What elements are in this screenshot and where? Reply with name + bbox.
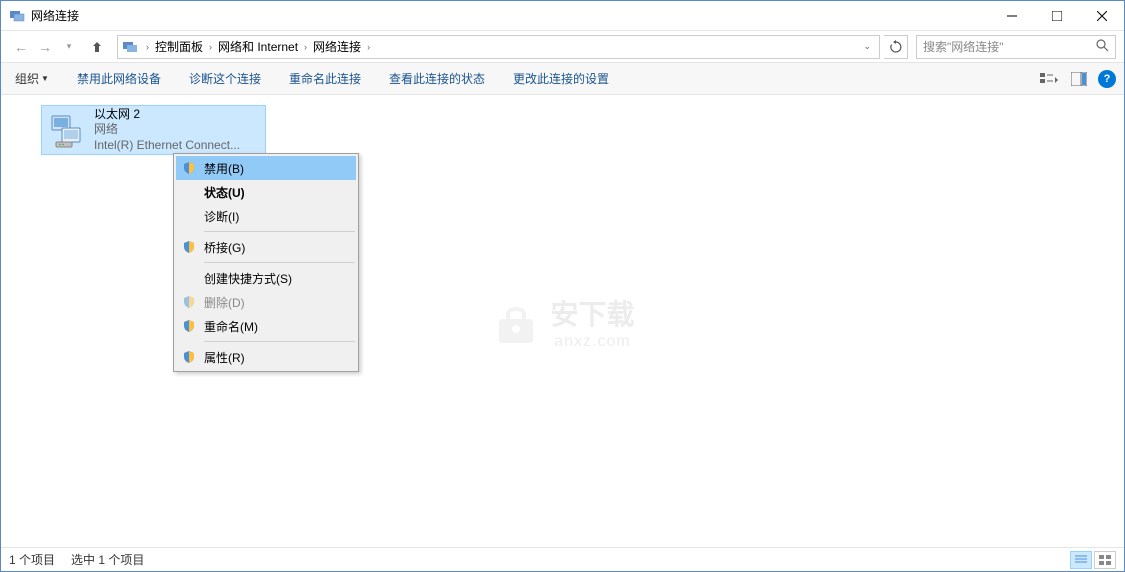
change-settings-button[interactable]: 更改此连接的设置 (507, 70, 615, 87)
breadcrumb-item[interactable]: 网络和 Internet (216, 38, 300, 55)
watermark: 安下载 anxz.com (490, 293, 634, 351)
menu-separator (204, 341, 355, 342)
shield-icon (182, 350, 196, 364)
breadcrumb-item[interactable]: 网络连接 (311, 38, 363, 55)
preview-pane-button[interactable] (1068, 68, 1090, 90)
menu-disable[interactable]: 禁用(B) (176, 156, 356, 180)
connection-status: 网络 (94, 122, 240, 138)
up-button[interactable] (85, 35, 109, 59)
connection-name: 以太网 2 (94, 107, 240, 123)
window-title: 网络连接 (31, 7, 989, 24)
chevron-right-icon[interactable]: › (146, 42, 149, 52)
search-input[interactable]: 搜索"网络连接" (916, 35, 1116, 59)
toolbar: 组织▼ 禁用此网络设备 诊断这个连接 重命名此连接 查看此连接的状态 更改此连接… (1, 63, 1124, 95)
breadcrumb-dropdown[interactable]: ⌄ (859, 41, 875, 52)
details-view-button[interactable] (1070, 551, 1092, 569)
rename-button[interactable]: 重命名此连接 (283, 70, 367, 87)
chevron-right-icon[interactable]: › (367, 42, 370, 52)
menu-status[interactable]: 状态(U) (176, 180, 356, 204)
context-menu: 禁用(B) 状态(U) 诊断(I) 桥接(G) 创建快捷方式(S) 删除(D) … (173, 153, 359, 372)
content-area: 以太网 2 网络 Intel(R) Ethernet Connect... 禁用… (1, 95, 1124, 548)
navigation-bar: ← → ▾ › 控制面板 › 网络和 Internet › 网络连接 › ⌄ 搜… (1, 31, 1124, 63)
titlebar-controls (989, 1, 1124, 31)
shield-icon (182, 161, 196, 175)
selected-count: 选中 1 个项目 (71, 551, 144, 568)
search-placeholder: 搜索"网络连接" (923, 38, 1004, 55)
chevron-right-icon[interactable]: › (304, 42, 307, 52)
connection-details: 以太网 2 网络 Intel(R) Ethernet Connect... (94, 107, 240, 154)
connection-device: Intel(R) Ethernet Connect... (94, 138, 240, 154)
breadcrumb-item[interactable]: 控制面板 (153, 38, 205, 55)
menu-delete: 删除(D) (176, 290, 356, 314)
help-button[interactable]: ? (1098, 70, 1116, 88)
ethernet-icon (44, 108, 88, 152)
view-options-button[interactable] (1038, 68, 1060, 90)
maximize-button[interactable] (1034, 1, 1079, 31)
item-count: 1 个项目 (9, 551, 55, 568)
breadcrumb[interactable]: › 控制面板 › 网络和 Internet › 网络连接 › ⌄ (117, 35, 880, 59)
menu-bridge[interactable]: 桥接(G) (176, 235, 356, 259)
view-status-button[interactable]: 查看此连接的状态 (383, 70, 491, 87)
shield-icon (182, 295, 196, 309)
network-connection-item[interactable]: 以太网 2 网络 Intel(R) Ethernet Connect... (41, 105, 266, 155)
menu-diagnose[interactable]: 诊断(I) (176, 204, 356, 228)
menu-rename[interactable]: 重命名(M) (176, 314, 356, 338)
shield-icon (182, 240, 196, 254)
menu-separator (204, 262, 355, 263)
refresh-button[interactable] (884, 35, 908, 59)
search-icon[interactable] (1096, 39, 1109, 55)
forward-button[interactable]: → (33, 35, 57, 59)
shield-icon (182, 319, 196, 333)
menu-separator (204, 231, 355, 232)
menu-properties[interactable]: 属性(R) (176, 345, 356, 369)
statusbar: 1 个项目 选中 1 个项目 (1, 547, 1124, 571)
breadcrumb-icon (122, 39, 138, 55)
recent-dropdown[interactable]: ▾ (57, 35, 81, 59)
titlebar: 网络连接 (1, 1, 1124, 31)
menu-shortcut[interactable]: 创建快捷方式(S) (176, 266, 356, 290)
disable-device-button[interactable]: 禁用此网络设备 (71, 70, 167, 87)
diagnose-button[interactable]: 诊断这个连接 (183, 70, 267, 87)
back-button[interactable]: ← (9, 35, 33, 59)
minimize-button[interactable] (989, 1, 1034, 31)
icons-view-button[interactable] (1094, 551, 1116, 569)
close-button[interactable] (1079, 1, 1124, 31)
app-icon (9, 8, 25, 24)
chevron-right-icon[interactable]: › (209, 42, 212, 52)
organize-button[interactable]: 组织▼ (9, 70, 55, 87)
